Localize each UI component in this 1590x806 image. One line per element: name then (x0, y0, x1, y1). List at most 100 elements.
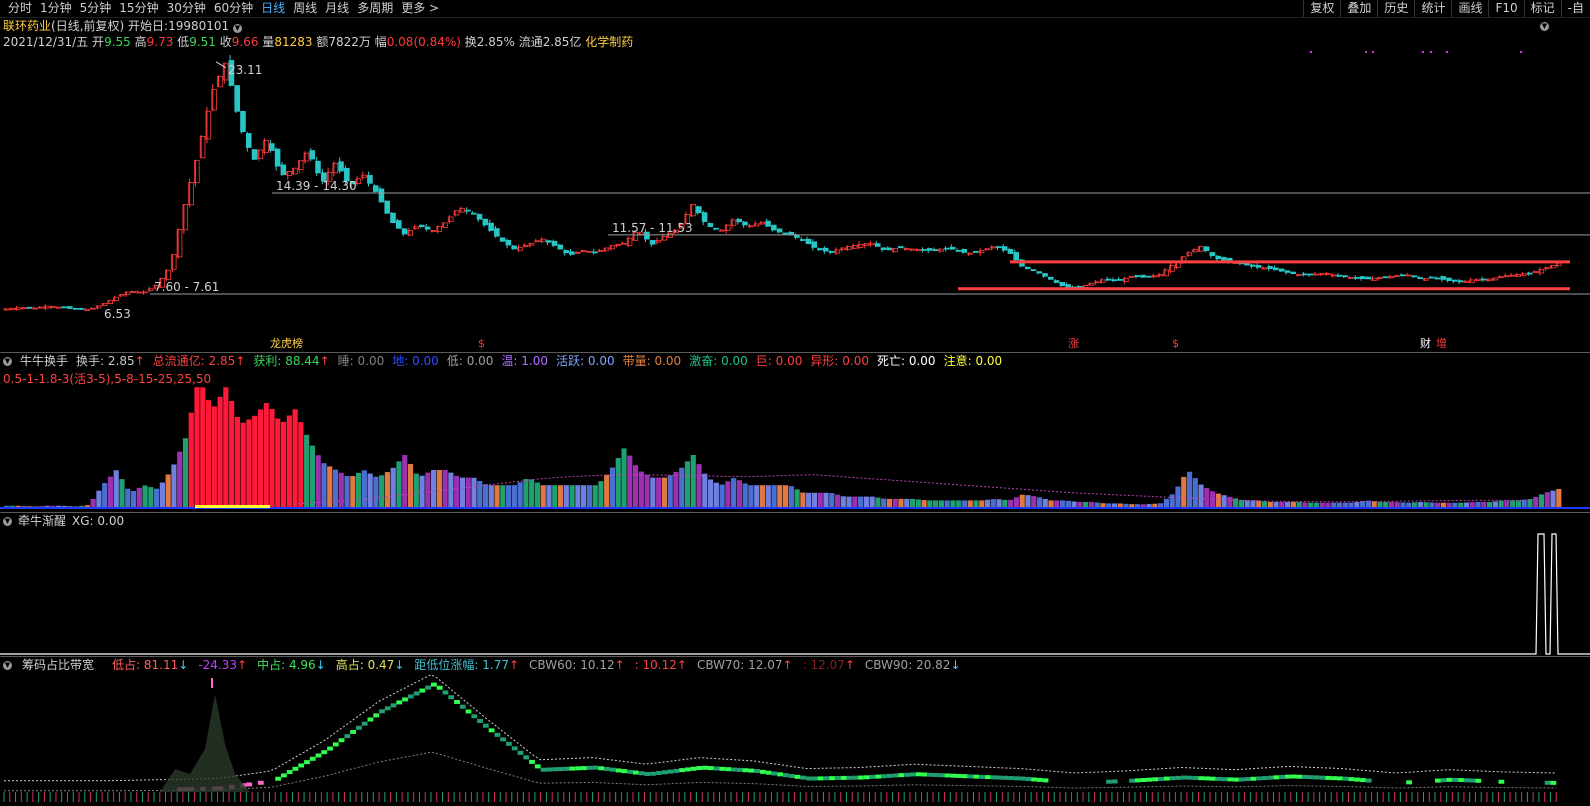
chip-panel-title[interactable]: 筹码占比带宽 (22, 657, 94, 673)
xg-panel-header: ▼ 牵牛渐醒 XG: 0.00 (3, 513, 124, 529)
chip-marker (863, 775, 870, 780)
event-marker[interactable]: 龙虎榜 (270, 337, 303, 351)
signal-dot (1430, 51, 1432, 53)
tab-period-2[interactable]: 5分钟 (76, 0, 116, 17)
toolbar-button-5[interactable]: F10 (1488, 0, 1523, 17)
vol-value: 81283 (274, 35, 313, 49)
chip-band-chart[interactable] (0, 674, 1590, 806)
turnover-bar (1544, 492, 1550, 508)
turnover-bar (1031, 496, 1037, 508)
turnover-bar (534, 482, 541, 508)
indicator-item: 获利: 88.44↑ (253, 353, 329, 369)
tab-period-6[interactable]: 日线 (257, 0, 289, 17)
indicator-value: 0.00 (587, 354, 615, 368)
panel-toggle-icon[interactable]: ▼ (3, 356, 12, 366)
candle-body (240, 110, 246, 133)
right-tools: 复权 叠加 历史 统计 画线 F10 标记 -自 (1303, 0, 1590, 17)
toolbar-button-0[interactable]: 复权 (1303, 0, 1340, 17)
tab-period-7[interactable]: 周线 (289, 0, 321, 17)
chip-marker (800, 775, 807, 780)
indicator-item: 距低位涨幅: 1.77↑ (414, 657, 519, 673)
turnover-bar (984, 499, 991, 508)
candle-body (384, 200, 391, 214)
tab-period-5[interactable]: 60分钟 (210, 0, 257, 17)
chip-marker (909, 772, 916, 777)
candle-body (886, 247, 893, 251)
candle-body (1221, 256, 1227, 261)
candle-body (707, 223, 714, 228)
chip-marker (500, 737, 507, 742)
chip-marker (621, 769, 628, 774)
tab-period-10[interactable]: 更多 > (397, 0, 443, 17)
chip-marker (984, 775, 991, 780)
tab-period-1[interactable]: 1分钟 (36, 0, 76, 17)
chip-marker (679, 768, 685, 773)
turnover-bar (875, 497, 881, 508)
toolbar-button-7[interactable]: -自 (1560, 0, 1590, 17)
event-marker[interactable]: 涨 (1068, 337, 1079, 351)
chip-marker (448, 695, 455, 700)
turnover-bar (379, 475, 385, 508)
event-marker[interactable]: $ (1172, 337, 1179, 351)
turnover-bar (459, 477, 466, 508)
turnover-bar (431, 470, 437, 508)
stock-name[interactable]: 联环药业 (3, 19, 51, 33)
turnover-bar (909, 498, 916, 508)
sector-value[interactable]: 化学制药 (585, 35, 633, 49)
indicator-label: 激奋: (689, 354, 718, 368)
candle-body (315, 160, 321, 174)
chip-marker (1013, 776, 1020, 781)
event-marker[interactable]: $ (478, 337, 485, 351)
turnover-bar (598, 481, 604, 508)
chip-marker (419, 688, 426, 693)
toolbar-button-1[interactable]: 叠加 (1340, 0, 1377, 17)
chip-marker (494, 732, 501, 737)
xg-panel-title[interactable]: 牵牛渐醒 (18, 513, 66, 529)
toolbar-button-4[interactable]: 画线 (1451, 0, 1488, 17)
chip-marker (373, 713, 380, 718)
trend-arrow-icon: ↑ (676, 658, 687, 672)
chip-marker (759, 769, 766, 774)
tab-period-8[interactable]: 月线 (321, 0, 353, 17)
turnover-bar (361, 470, 367, 508)
tab-period-9[interactable]: 多周期 (353, 0, 397, 17)
indicator-value: 0.00 (775, 354, 803, 368)
tab-period-3[interactable]: 15分钟 (115, 0, 162, 17)
toolbar-button-6[interactable]: 标记 (1523, 0, 1561, 17)
dropdown-icon[interactable]: ▼ (232, 24, 242, 33)
turnover-bar (298, 422, 304, 508)
turnover-panel-title[interactable]: 牛牛换手 (20, 353, 68, 369)
chip-marker (644, 771, 651, 776)
candle-body (805, 238, 812, 245)
xg-signal-chart[interactable] (0, 530, 1590, 656)
chip-marker (1244, 777, 1251, 782)
turnover-bar (407, 464, 414, 508)
toolbar-button-2[interactable]: 历史 (1377, 0, 1414, 17)
chip-marker (338, 738, 345, 743)
candlestick-chart[interactable]: 14.39 - 14.30 11.57 - 11.53 7.60 - 7.61 23.… (0, 48, 1590, 352)
turnover-bar (834, 494, 841, 508)
turnover-bar (800, 492, 806, 508)
candle-body (649, 240, 656, 245)
toolbar-button-3[interactable]: 统计 (1414, 0, 1451, 17)
panel-toggle-icon[interactable]: ▼ (3, 660, 12, 670)
chip-marker (1435, 778, 1441, 783)
settings-circle-icon[interactable]: ▼ (1540, 22, 1549, 31)
indicator-value: 81.11 (143, 658, 179, 672)
turnover-bar (967, 500, 973, 508)
chip-marker (979, 774, 985, 779)
turnover-bar (1002, 499, 1008, 508)
chip-marker (684, 767, 691, 772)
panel-toggle-icon[interactable]: ▼ (3, 516, 12, 526)
chip-marker (592, 765, 599, 770)
event-marker[interactable]: 财 (1420, 337, 1431, 351)
turnover-bar (661, 477, 667, 508)
turnover-bars-chart[interactable] (0, 370, 1590, 512)
turnover-bar (107, 476, 114, 508)
tab-period-4[interactable]: 30分钟 (163, 0, 210, 17)
chip-marker (1036, 777, 1043, 782)
tab-period-0[interactable]: 分时 (4, 0, 36, 17)
event-marker[interactable]: 增 (1436, 337, 1447, 351)
turnover-bar (1533, 496, 1539, 508)
chip-marker (707, 766, 714, 771)
